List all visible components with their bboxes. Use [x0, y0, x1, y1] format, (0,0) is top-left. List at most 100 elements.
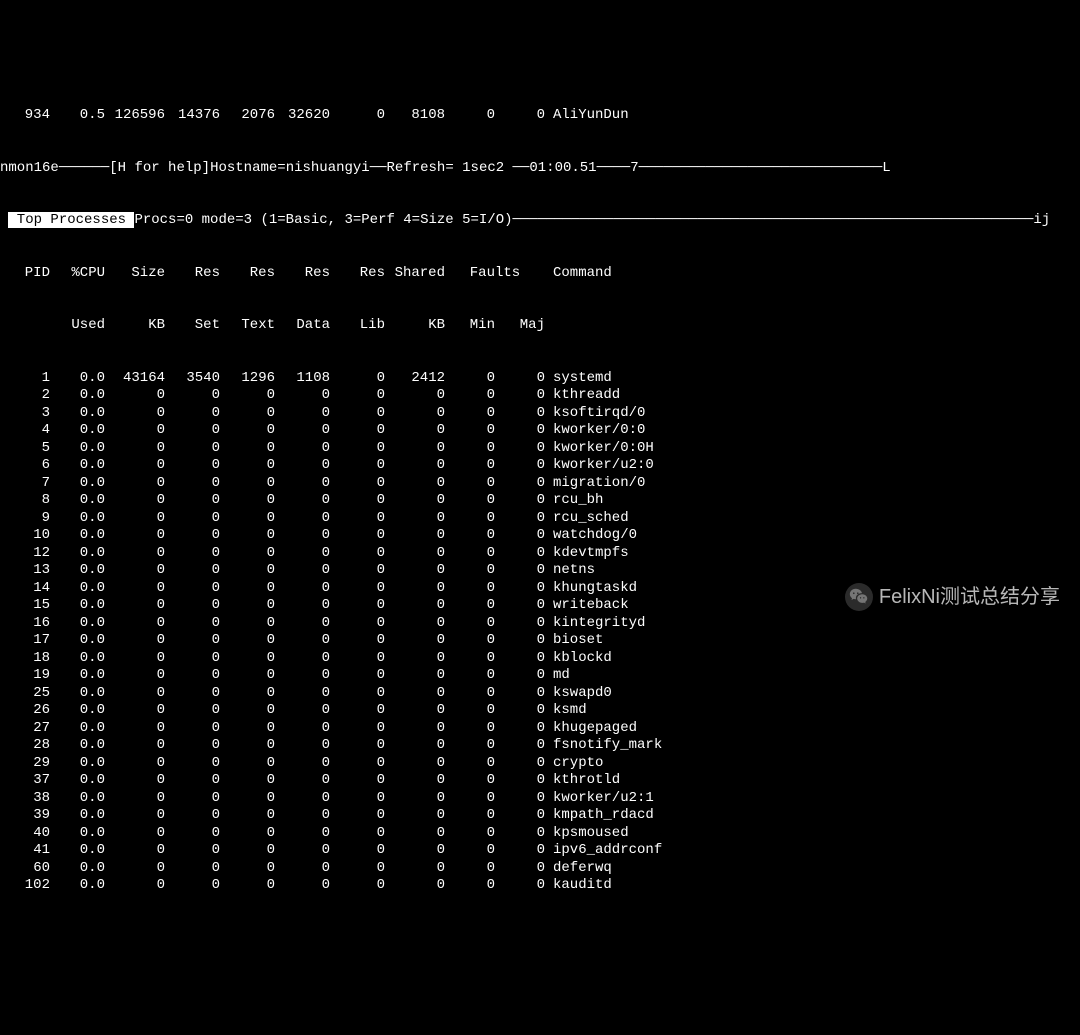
h2-lib: Lib	[330, 317, 385, 335]
proc-cpu: 0.0	[50, 650, 105, 668]
proc-pid: 3	[0, 405, 50, 423]
proc-faults-maj: 0	[495, 772, 545, 790]
proc-res-lib: 0	[330, 597, 385, 615]
proc-res-data: 0	[275, 387, 330, 405]
process-row: 260.000000000ksmd	[0, 702, 1080, 720]
refresh-value: 1sec	[454, 160, 496, 176]
proc-res-set: 0	[165, 772, 220, 790]
h-res2: Res	[220, 265, 275, 283]
proc-faults-min: 0	[445, 650, 495, 668]
proc-size: 0	[105, 615, 165, 633]
proc-res-data: 0	[275, 422, 330, 440]
h2-used: Used	[50, 317, 105, 335]
proc-faults-min: 0	[445, 772, 495, 790]
process-row: 80.000000000rcu_bh	[0, 492, 1080, 510]
proc-res-set: 0	[165, 510, 220, 528]
proc-res-data: 0	[275, 790, 330, 808]
proc-res-set: 0	[165, 720, 220, 738]
terminal[interactable]: 9340.5126596143762076326200810800AliYunD…	[0, 70, 1080, 912]
proc-res-data: 0	[275, 615, 330, 633]
proc-res-set: 0	[165, 562, 220, 580]
proc-res-text: 0	[220, 387, 275, 405]
mode-line: Top Processes Procs=0 mode=3 (1=Basic, 3…	[0, 212, 1080, 230]
h-cmd: Command	[545, 265, 725, 283]
proc-pid: 17	[0, 632, 50, 650]
proc-faults-maj: 0	[495, 790, 545, 808]
proc-res-set: 0	[165, 702, 220, 720]
proc-cpu: 0.0	[50, 807, 105, 825]
proc-faults-min: 0	[445, 825, 495, 843]
proc-shared: 0	[385, 650, 445, 668]
proc-cpu: 0.0	[50, 562, 105, 580]
proc-res-set: 0	[165, 860, 220, 878]
proc-res-lib: 0	[330, 580, 385, 598]
proc-res-data: 0	[275, 527, 330, 545]
proc-res-set: 0	[165, 807, 220, 825]
proc-pid: 13	[0, 562, 50, 580]
proc-faults-maj: 0	[495, 440, 545, 458]
h2-text: Text	[220, 317, 275, 335]
proc-pid: 37	[0, 772, 50, 790]
proc-faults-maj: 0	[495, 545, 545, 563]
proc-faults-min: 0	[445, 597, 495, 615]
header-row-2: UsedKBSetTextDataLibKBMinMaj	[0, 317, 1080, 335]
nmon-info-line: nmon16e──────[H for help]Hostname=nishua…	[0, 160, 1080, 178]
proc-shared: 0	[385, 790, 445, 808]
proc-pid: 29	[0, 755, 50, 773]
proc-shared: 0	[385, 825, 445, 843]
proc-res-text: 0	[220, 597, 275, 615]
proc-pid: 4	[0, 422, 50, 440]
proc-faults-maj: 0	[495, 702, 545, 720]
proc-faults-maj: 0	[495, 405, 545, 423]
proc-shared: 0	[385, 475, 445, 493]
proc-res-lib: 0	[330, 615, 385, 633]
proc-res-lib: 0	[330, 842, 385, 860]
proc-res-set: 0	[165, 825, 220, 843]
proc-command: kworker/0:0	[545, 422, 725, 440]
proc-command: kintegrityd	[545, 615, 725, 633]
proc-cpu: 0.0	[50, 720, 105, 738]
proc-res-set: 0	[165, 492, 220, 510]
proc-res-lib: 0	[330, 527, 385, 545]
h-cpu: %CPU	[50, 265, 105, 283]
proc-res-text: 0	[220, 405, 275, 423]
process-row: 180.000000000kblockd	[0, 650, 1080, 668]
refresh-label: Refresh=	[387, 160, 454, 176]
proc-res-text: 0	[220, 545, 275, 563]
process-list: 10.0431643540129611080241200systemd20.00…	[0, 370, 1080, 895]
proc-size: 0	[105, 422, 165, 440]
process-row: 170.000000000bioset	[0, 632, 1080, 650]
proc-command: crypto	[545, 755, 725, 773]
proc-res-set: 0	[165, 580, 220, 598]
proc-shared: 0	[385, 457, 445, 475]
process-row: 90.000000000rcu_sched	[0, 510, 1080, 528]
proc-size: 0	[105, 562, 165, 580]
end-l: L	[882, 160, 890, 176]
proc-faults-min: 0	[445, 842, 495, 860]
proc-command: kpsmoused	[545, 825, 725, 843]
proc-shared: 0	[385, 772, 445, 790]
proc-cpu: 0.0	[50, 492, 105, 510]
proc-faults-maj: 0	[495, 877, 545, 895]
nmon-version: nmon16e	[0, 160, 59, 176]
proc-faults-maj: 0	[495, 860, 545, 878]
proc-cpu: 0.0	[50, 685, 105, 703]
proc-res-lib: 0	[330, 860, 385, 878]
proc-faults-min: 0	[445, 440, 495, 458]
proc-shared: 0	[385, 440, 445, 458]
proc-faults-min: 0	[445, 545, 495, 563]
proc-cpu: 0.0	[50, 632, 105, 650]
proc-res-lib: 0	[330, 562, 385, 580]
proc-faults-maj: 0	[495, 387, 545, 405]
proc-faults-min: 0	[445, 615, 495, 633]
proc-res-text: 0	[220, 860, 275, 878]
proc-pid: 28	[0, 737, 50, 755]
proc-faults-maj: 0	[495, 755, 545, 773]
proc-res-set: 0	[165, 527, 220, 545]
proc-command: watchdog/0	[545, 527, 725, 545]
proc-res-lib: 0	[330, 405, 385, 423]
proc-size: 0	[105, 492, 165, 510]
proc-res-set: 0	[165, 632, 220, 650]
proc-faults-maj: 0	[495, 580, 545, 598]
top-res2: 2076	[220, 107, 275, 125]
